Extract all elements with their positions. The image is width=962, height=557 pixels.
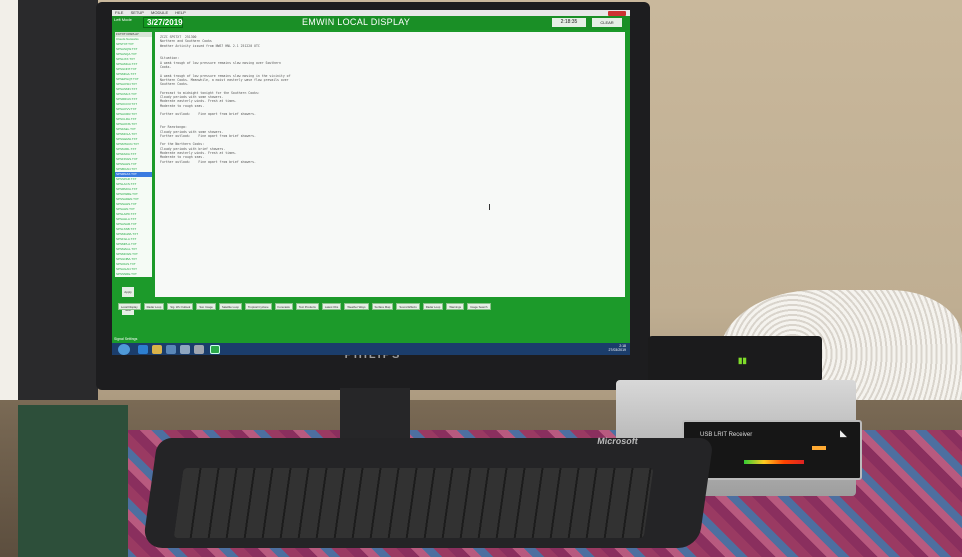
router: ▮▮ [648, 336, 822, 382]
file-list-item[interactable]: SPSSNRE.TXT [115, 272, 152, 277]
time-display: 2:18:35 [552, 18, 586, 27]
receiver-label: USB LRIT Receiver [700, 432, 753, 438]
media-icon[interactable] [166, 345, 176, 354]
tray-date: 27/03/2019 [608, 348, 626, 352]
menu-setup[interactable]: SETUP [131, 10, 144, 15]
file-list[interactable]: FCTXT DISPLAY Clouds Networks SPSTXT.TXT S… [115, 32, 152, 277]
product-button[interactable]: Weather Ways [344, 303, 369, 310]
bulletin-line: Further outlook: Fine apart from brief s… [160, 159, 256, 164]
product-button[interactable]: Sat. Image [196, 303, 216, 310]
ie-icon[interactable] [138, 345, 148, 354]
app-header: Left Mode 3/27/2019 EMWIN LOCAL DISPLAY … [112, 16, 630, 30]
left-mode-label: Left Mode [114, 17, 132, 22]
shield-icon[interactable] [180, 345, 190, 354]
dark-monitor-left [18, 0, 98, 410]
product-button[interactable]: Tropical Cyclone [244, 303, 272, 310]
product-button[interactable]: Sound Effects [396, 303, 420, 310]
status-text: Signal Settings [114, 337, 138, 341]
status-led [812, 446, 826, 450]
small-buttons: Apply Next [122, 280, 152, 315]
product-button[interactable]: Text Products [295, 303, 319, 310]
product-button[interactable]: Image Search [467, 303, 491, 310]
emwin-icon[interactable] [210, 345, 220, 354]
green-device [18, 405, 128, 557]
photo-scene: PHILIPS FILE SETUP MODULE HELP Left Mode… [0, 0, 962, 557]
router-logo-icon: ▮▮ [738, 356, 747, 365]
monitor-screen: FILE SETUP MODULE HELP Left Mode 3/27/20… [112, 10, 630, 355]
product-button[interactable]: Forecasts [274, 303, 293, 310]
signal-meter [744, 460, 804, 464]
product-button[interactable]: Radar Loop [143, 303, 165, 310]
product-button[interactable]: Latest Obs [321, 303, 342, 310]
app-title: EMWIN LOCAL DISPLAY [302, 17, 411, 27]
mouse-cursor-icon [489, 204, 493, 210]
date-display: 3/27/2019 [143, 17, 183, 28]
product-button[interactable]: Satellite Loop [218, 303, 242, 310]
keyboard-brand: Microsoft [596, 436, 639, 446]
receiver-logo-icon: ◣ [840, 428, 847, 438]
menu-file[interactable]: FILE [115, 10, 123, 15]
apply-button[interactable]: Apply [122, 287, 134, 297]
product-button[interactable]: Surface Map [371, 303, 394, 310]
bulletin-text-pane[interactable]: ZCZC SPSTXT 251300 Northern and Southern … [155, 32, 625, 297]
product-button[interactable]: Sig. Wx Outlook [167, 303, 194, 310]
app-icon[interactable] [194, 345, 204, 354]
taskbar: 2:18 27/03/2019 [112, 343, 630, 355]
keyboard: Microsoft [142, 436, 714, 548]
product-buttons: Local Display Radar Loop Sig. Wx Outlook Sa… [118, 303, 628, 311]
product-button[interactable]: Warnings [446, 303, 465, 310]
keyboard-keys [173, 468, 654, 538]
menu-module[interactable]: MODULE [151, 10, 168, 15]
product-button[interactable]: Local Display [118, 303, 141, 310]
start-orb-icon[interactable] [118, 344, 130, 355]
menu-help[interactable]: HELP [175, 10, 185, 15]
product-button[interactable]: Radar Loop [422, 303, 444, 310]
explorer-icon[interactable] [152, 345, 162, 354]
clear-button[interactable]: CLEAR [592, 18, 622, 27]
system-tray[interactable]: 2:18 27/03/2019 [608, 344, 626, 352]
